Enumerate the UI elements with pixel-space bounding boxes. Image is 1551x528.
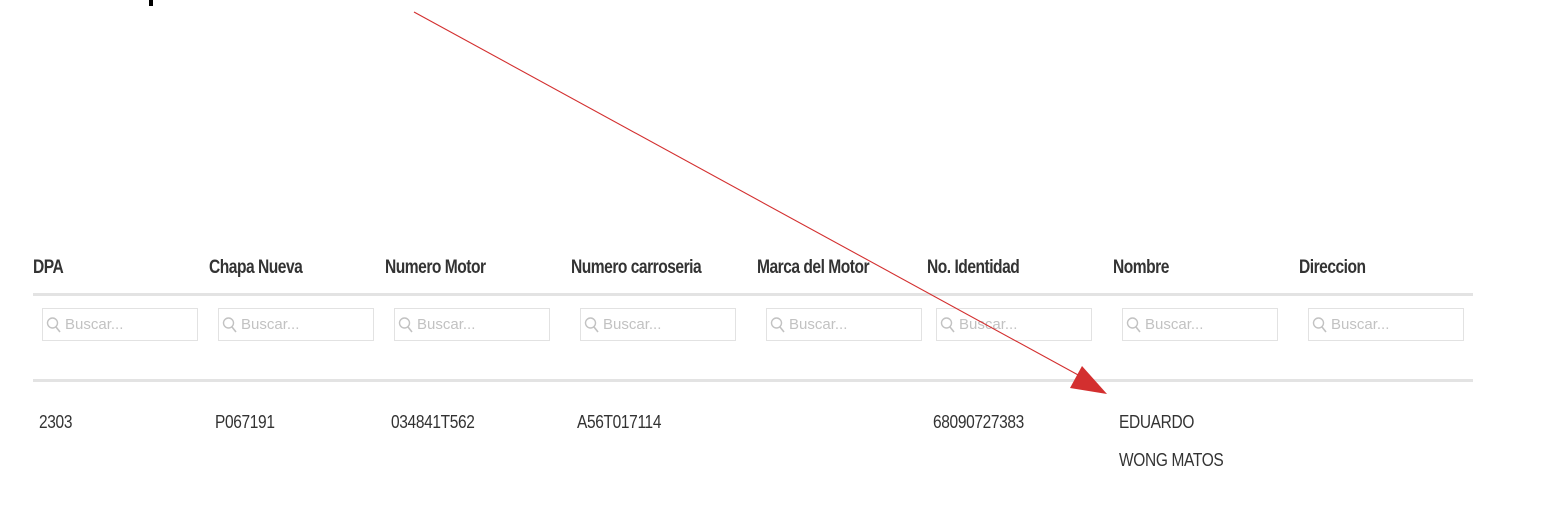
cell-no-identidad: 68090727383 — [933, 412, 1024, 432]
search-field[interactable] — [766, 308, 922, 341]
column-header-no-identidad[interactable]: No. Identidad — [927, 238, 1080, 293]
cell-nombre: EDUARDO WONG MATOS — [1119, 412, 1224, 470]
filter-cell — [1299, 308, 1473, 379]
search-icon — [222, 316, 237, 332]
cell-numero-motor: 034841T562 — [391, 412, 475, 432]
search-icon — [940, 316, 955, 332]
filter-cell — [385, 308, 571, 379]
search-field[interactable] — [394, 308, 550, 341]
filter-cell — [571, 308, 757, 379]
column-header-numero-carroseria[interactable]: Numero carroseria — [571, 238, 724, 293]
column-header-numero-motor[interactable]: Numero Motor — [385, 238, 538, 293]
column-header-direccion[interactable]: Direccion — [1299, 238, 1442, 293]
search-input-numero-motor[interactable] — [414, 310, 537, 339]
search-icon — [584, 316, 599, 332]
search-input-numero-carroseria[interactable] — [600, 310, 723, 339]
column-header-marca-del-motor[interactable]: Marca del Motor — [757, 238, 896, 293]
search-field[interactable] — [1122, 308, 1278, 341]
cell-dpa: 2303 — [39, 412, 73, 432]
search-field[interactable] — [1308, 308, 1464, 341]
search-icon — [770, 316, 785, 332]
search-field[interactable] — [42, 308, 198, 341]
search-icon — [1126, 316, 1141, 332]
screenshot-canvas: DPA Chapa Nueva Numero Motor Numero carr… — [0, 0, 1551, 528]
filter-cell — [927, 308, 1113, 379]
cursor-mark — [149, 0, 153, 6]
search-input-no-identidad[interactable] — [956, 310, 1079, 339]
search-icon — [46, 316, 61, 332]
search-field[interactable] — [218, 308, 374, 341]
table-filter-row — [33, 296, 1473, 382]
records-table: DPA Chapa Nueva Numero Motor Numero carr… — [33, 238, 1473, 502]
column-header-chapa-nueva[interactable]: Chapa Nueva — [209, 238, 353, 293]
column-header-dpa[interactable]: DPA — [33, 238, 177, 293]
filter-cell — [33, 308, 209, 379]
search-input-nombre[interactable] — [1142, 310, 1265, 339]
column-header-nombre[interactable]: Nombre — [1113, 238, 1266, 293]
search-input-marca-del-motor[interactable] — [786, 310, 909, 339]
search-icon — [398, 316, 413, 332]
cell-chapa-nueva: P067191 — [215, 412, 275, 432]
cell-marca-del-motor — [757, 403, 903, 502]
filter-cell — [757, 308, 927, 379]
search-input-direccion[interactable] — [1328, 310, 1451, 339]
filter-cell — [1113, 308, 1299, 379]
filter-cell — [209, 308, 385, 379]
search-icon — [1312, 316, 1327, 332]
search-input-dpa[interactable] — [62, 310, 185, 339]
table-row[interactable]: 2303 P067191 034841T562 A56T017114 68090… — [33, 382, 1473, 502]
search-field[interactable] — [580, 308, 736, 341]
search-input-chapa-nueva[interactable] — [238, 310, 361, 339]
search-field[interactable] — [936, 308, 1092, 341]
table-header-row: DPA Chapa Nueva Numero Motor Numero carr… — [33, 238, 1473, 296]
cell-numero-carroseria: A56T017114 — [577, 412, 662, 432]
cell-direccion — [1299, 403, 1449, 502]
